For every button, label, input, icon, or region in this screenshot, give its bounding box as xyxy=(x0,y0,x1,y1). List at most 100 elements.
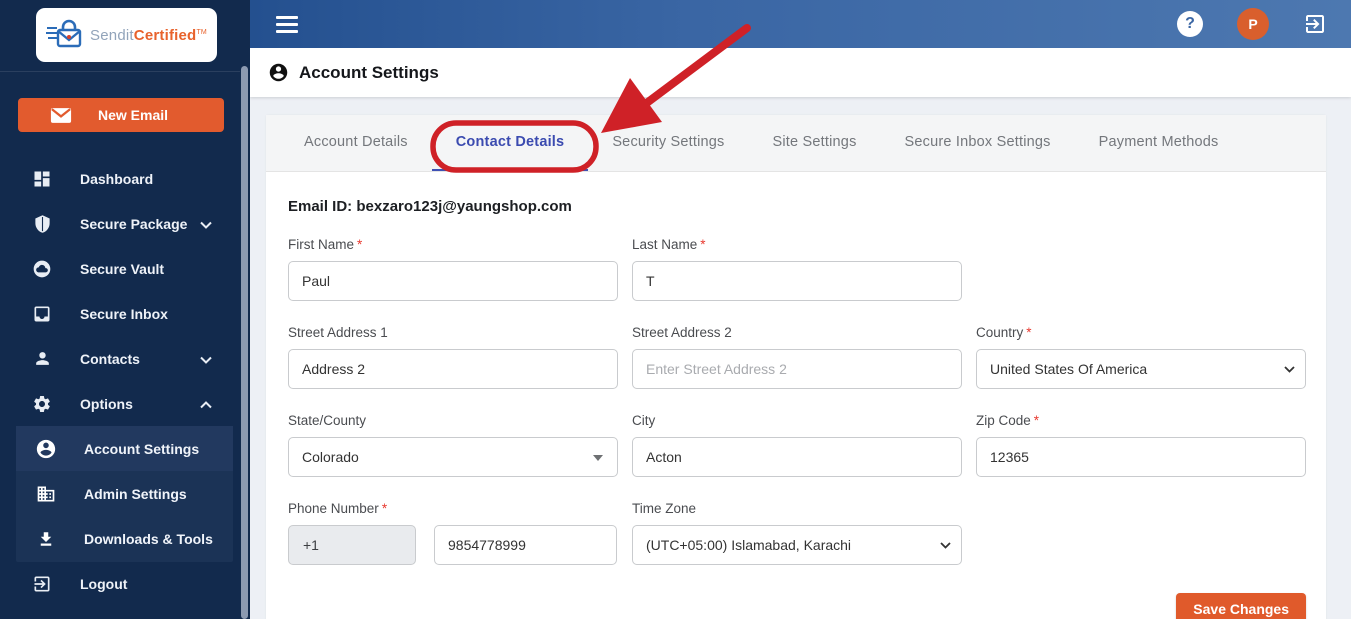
chevron-down-icon xyxy=(200,216,212,232)
sidebar-item-label: Admin Settings xyxy=(84,485,187,502)
sidebar-item-label: Account Settings xyxy=(84,440,200,457)
sidebar-item-label: Dashboard xyxy=(80,170,154,187)
street-address-1-label: Street Address 1 xyxy=(288,325,388,340)
cloud-icon xyxy=(30,259,54,279)
account-circle-icon xyxy=(268,62,289,83)
person-icon xyxy=(30,349,54,368)
logo-wordmark: SenditCertifiedTM xyxy=(90,26,207,44)
street-address-1-input[interactable] xyxy=(288,349,618,389)
sidebar-item-downloads-tools[interactable]: Downloads & Tools xyxy=(16,516,233,561)
first-name-input[interactable] xyxy=(288,261,618,301)
email-id-text: Email ID: bexzaro123j@yaungshop.com xyxy=(288,198,572,215)
tab-contact-details[interactable]: Contact Details xyxy=(431,115,589,171)
first-name-label: First Name * xyxy=(288,237,363,252)
sidebar-item-label: Secure Vault xyxy=(80,260,165,277)
save-changes-button[interactable]: Save Changes xyxy=(1176,593,1306,619)
sidebar-item-dashboard[interactable]: Dashboard xyxy=(0,156,240,201)
sidebar-divider xyxy=(0,71,240,72)
sidebar-item-label: Secure Package xyxy=(80,215,188,232)
help-button[interactable]: ? xyxy=(1177,11,1203,37)
state-select[interactable]: Colorado xyxy=(288,437,618,477)
timezone-field-group: Time Zone (UTC+05:00) Islamabad, Karachi xyxy=(632,501,962,565)
timezone-label: Time Zone xyxy=(632,501,697,516)
phone-field-group: Phone Number * +1 xyxy=(288,501,618,565)
last-name-label: Last Name * xyxy=(632,237,706,252)
city-field-group: City xyxy=(632,413,962,477)
zip-label: Zip Code * xyxy=(976,413,1040,428)
last-name-field-group: Last Name * xyxy=(632,237,962,301)
app-logo[interactable]: SenditCertifiedTM xyxy=(36,8,217,62)
sidebar-item-label: Contacts xyxy=(80,350,140,367)
account-circle-icon xyxy=(34,438,58,460)
chevron-down-icon xyxy=(200,351,212,367)
avatar[interactable]: P xyxy=(1237,8,1269,40)
shield-icon xyxy=(30,214,54,234)
gear-icon xyxy=(30,394,54,414)
avatar-initial: P xyxy=(1248,16,1258,32)
sidebar-item-secure-package[interactable]: Secure Package xyxy=(0,201,240,246)
tab-account-details[interactable]: Account Details xyxy=(280,115,432,171)
chevron-down-icon xyxy=(940,542,951,549)
timezone-select[interactable]: (UTC+05:00) Islamabad, Karachi xyxy=(632,525,962,565)
street-address-2-label: Street Address 2 xyxy=(632,325,732,340)
first-name-field-group: First Name * xyxy=(288,237,618,301)
page-header: Account Settings xyxy=(250,48,1351,97)
city-input[interactable] xyxy=(632,437,962,477)
sidebar-item-admin-settings[interactable]: Admin Settings xyxy=(16,471,233,516)
dropdown-arrow-icon xyxy=(593,455,603,461)
street-address-2-field-group: Street Address 2 xyxy=(632,325,962,389)
download-icon xyxy=(34,530,58,548)
timezone-selected-value: (UTC+05:00) Islamabad, Karachi xyxy=(646,537,852,553)
dashboard-icon xyxy=(30,169,54,189)
required-marker: * xyxy=(1033,413,1040,428)
building-icon xyxy=(34,484,58,504)
sidebar-item-logout[interactable]: Logout xyxy=(0,561,240,606)
last-name-input[interactable] xyxy=(632,261,962,301)
help-glyph: ? xyxy=(1185,15,1195,32)
sidebar-item-options[interactable]: Options xyxy=(0,381,240,426)
sidebar-item-secure-vault[interactable]: Secure Vault xyxy=(0,246,240,291)
sidebar-item-secure-inbox[interactable]: Secure Inbox xyxy=(0,291,240,336)
menu-toggle-icon[interactable] xyxy=(276,15,298,33)
street-address-1-field-group: Street Address 1 xyxy=(288,325,618,389)
sidebar-item-label: Downloads & Tools xyxy=(84,530,213,547)
chevron-up-icon xyxy=(200,396,212,412)
required-marker: * xyxy=(1026,325,1032,340)
inbox-icon xyxy=(30,304,54,324)
tab-secure-inbox-settings[interactable]: Secure Inbox Settings xyxy=(881,115,1075,171)
tab-bar: Account Details Contact Details Security… xyxy=(266,115,1326,172)
exit-icon xyxy=(1306,15,1324,33)
country-select[interactable]: United States Of America xyxy=(976,349,1306,389)
street-address-2-input[interactable] xyxy=(632,349,962,389)
required-marker: * xyxy=(700,237,706,252)
logout-button[interactable] xyxy=(1303,12,1327,36)
state-selected-value: Colorado xyxy=(302,449,359,465)
city-label: City xyxy=(632,413,656,428)
topbar: ? P xyxy=(250,0,1351,48)
country-label: Country * xyxy=(976,325,1032,340)
new-email-label: New Email xyxy=(98,107,169,123)
page-title: Account Settings xyxy=(299,62,439,82)
tab-site-settings[interactable]: Site Settings xyxy=(749,115,881,171)
logout-icon xyxy=(30,574,54,594)
sidebar-item-contacts[interactable]: Contacts xyxy=(0,336,240,381)
sidebar-item-account-settings[interactable]: Account Settings xyxy=(16,426,233,471)
phone-label: Phone Number * xyxy=(288,501,388,516)
sidebar-item-label: Logout xyxy=(80,575,128,592)
app-window: SenditCertifiedTM New Email Dashboard Se… xyxy=(0,0,1351,619)
new-email-button[interactable]: New Email xyxy=(18,98,224,132)
tab-security-settings[interactable]: Security Settings xyxy=(588,115,748,171)
contact-details-panel: Email ID: bexzaro123j@yaungshop.com Firs… xyxy=(266,172,1326,619)
tab-payment-methods[interactable]: Payment Methods xyxy=(1075,115,1243,171)
state-field-group: State/County Colorado xyxy=(288,413,618,477)
sidebar-item-label: Secure Inbox xyxy=(80,305,168,322)
required-marker: * xyxy=(381,501,388,516)
phone-country-code: +1 xyxy=(288,525,416,565)
sidebar-scrollbar[interactable] xyxy=(241,66,248,619)
senditcertified-logo-icon xyxy=(46,19,82,48)
phone-input[interactable] xyxy=(434,525,617,565)
zip-input[interactable] xyxy=(976,437,1306,477)
required-marker: * xyxy=(357,237,363,252)
sidebar-item-label: Options xyxy=(80,395,133,412)
country-selected-value: United States Of America xyxy=(990,361,1148,377)
